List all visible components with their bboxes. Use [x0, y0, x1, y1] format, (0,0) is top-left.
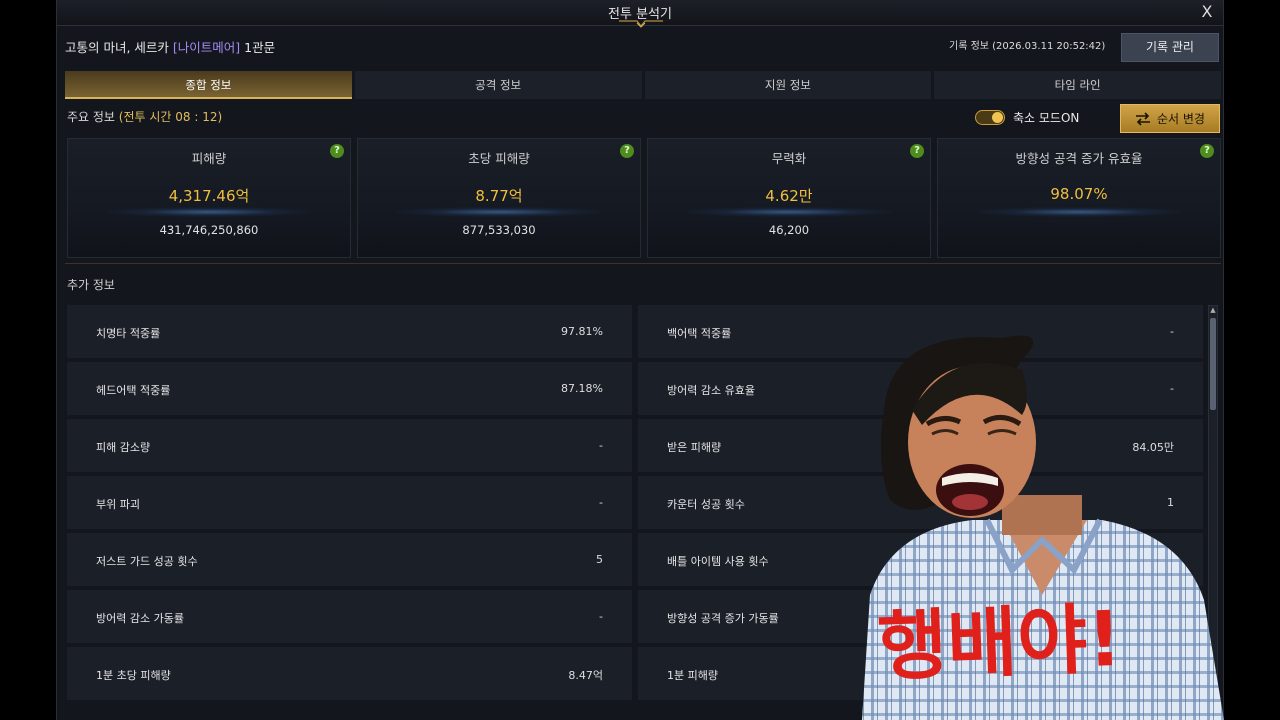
card-glow	[687, 207, 891, 217]
title-bar: 전투 분석기 X	[57, 0, 1223, 28]
tab-attack[interactable]: 공격 정보	[354, 71, 642, 99]
card-value: 4.62만	[765, 187, 813, 205]
card-value: 98.07%	[1050, 185, 1108, 203]
card-title: 피해량	[191, 151, 227, 166]
background-left	[0, 0, 56, 720]
tab-overview[interactable]: 종합 정보	[65, 71, 352, 99]
stat-label: 치명타 적중률	[96, 327, 161, 340]
battle-time: (전투 시간 08 : 12)	[118, 110, 223, 124]
record-info: 기록 정보 (2026.03.11 20:52:42)	[949, 41, 1106, 52]
tab-support[interactable]: 지원 정보	[644, 71, 932, 99]
stat-label: 1분 초당 피해량	[96, 669, 171, 682]
compact-mode-toggle[interactable]: 축소 모드ON	[975, 109, 1079, 126]
stat-value: -	[599, 610, 603, 623]
stat-label: 카운터 성공 횟수	[667, 498, 745, 511]
summary-cards: 피해량 ? 4,317.46억 431,746,250,860 초당 피해량 ?…	[67, 138, 1221, 258]
stat-label: 저스트 가드 성공 횟수	[96, 555, 198, 568]
stat-label: 피해 감소량	[96, 441, 151, 454]
main-info-label: 주요 정보	[67, 110, 119, 124]
card-title: 무력화	[771, 151, 807, 166]
title-ornament-icon	[619, 20, 663, 28]
card-title: 방향성 공격 증가 유효율	[1015, 151, 1143, 166]
meme-caption: 행배야!	[876, 594, 1123, 691]
stat-cell: 1분 초당 피해량 8.47억	[67, 647, 632, 700]
card-raw-value: 877,533,030	[462, 223, 536, 237]
scroll-up-arrow-icon[interactable]: ▲	[1209, 306, 1217, 314]
record-manage-button[interactable]: 기록 관리	[1121, 33, 1219, 62]
help-icon[interactable]: ?	[620, 144, 634, 158]
svg-text:행배야!: 행배야!	[876, 594, 1123, 691]
stat-cell: 방어력 감소 가동률 -	[67, 590, 632, 643]
boss-name: 고통의 마녀, 세르카 [나이트메어] 1관문	[65, 37, 275, 56]
section-divider	[65, 263, 1221, 264]
toggle-switch-icon[interactable]	[975, 110, 1005, 125]
change-order-label: 순서 변경	[1157, 112, 1205, 126]
card-stagger: 무력화 ? 4.62만 46,200	[647, 138, 931, 258]
background-right	[1224, 0, 1280, 720]
main-info-heading: 주요 정보 (전투 시간 08 : 12)	[67, 108, 222, 125]
laughing-man-meme-image: 행배야!	[862, 335, 1224, 720]
boss-difficulty: [나이트메어]	[172, 40, 241, 55]
card-value: 8.77억	[475, 187, 523, 205]
change-order-button[interactable]: 순서 변경	[1120, 104, 1220, 133]
stat-value: 5	[596, 553, 603, 566]
boss-gate: 1관문	[240, 40, 276, 55]
stat-cell: 저스트 가드 성공 횟수 5	[67, 533, 632, 586]
card-damage: 피해량 ? 4,317.46억 431,746,250,860	[67, 138, 351, 258]
stat-label: 부위 파괴	[96, 498, 140, 511]
card-glow	[977, 207, 1181, 217]
close-button[interactable]: X	[1197, 2, 1217, 21]
swap-arrows-icon	[1136, 111, 1150, 126]
tab-bar: 종합 정보 공격 정보 지원 정보 타임 라인	[65, 71, 1221, 99]
stat-label: 방어력 감소 유효율	[667, 384, 755, 397]
compact-mode-label: 축소 모드ON	[1013, 111, 1080, 125]
card-title: 초당 피해량	[468, 151, 530, 166]
card-glow	[107, 207, 311, 217]
card-raw-value: 431,746,250,860	[159, 223, 259, 237]
stat-label: 1분 피해량	[667, 669, 718, 682]
card-glow	[397, 207, 601, 217]
stat-cell: 치명타 적중률 97.81%	[67, 305, 632, 358]
stat-cell: 헤드어택 적중률 87.18%	[67, 362, 632, 415]
stat-value: 97.81%	[561, 325, 603, 338]
card-value: 4,317.46억	[168, 187, 250, 205]
card-directional-efficiency: 방향성 공격 증가 유효율 ? 98.07%	[937, 138, 1221, 258]
boss-title: 고통의 마녀, 세르카	[65, 40, 173, 55]
card-dps: 초당 피해량 ? 8.77억 877,533,030	[357, 138, 641, 258]
stat-cell: 피해 감소량 -	[67, 419, 632, 472]
stat-label: 방향성 공격 증가 가동률	[667, 612, 779, 625]
stat-cell: 부위 파괴 -	[67, 476, 632, 529]
stat-label: 방어력 감소 가동률	[96, 612, 184, 625]
stat-value: 87.18%	[561, 382, 603, 395]
help-icon[interactable]: ?	[910, 144, 924, 158]
stat-value: 8.47억	[568, 669, 603, 682]
extra-info-heading: 추가 정보	[67, 278, 115, 292]
stat-label: 헤드어택 적중률	[96, 384, 171, 397]
card-raw-value: 46,200	[768, 223, 810, 237]
stat-label: 받은 피해량	[667, 441, 722, 454]
stat-label: 백어택 적중률	[667, 327, 732, 340]
help-icon[interactable]: ?	[1200, 144, 1214, 158]
stat-label: 배틀 아이템 사용 횟수	[667, 555, 769, 568]
help-icon[interactable]: ?	[330, 144, 344, 158]
tab-timeline[interactable]: 타임 라인	[934, 71, 1221, 99]
stat-value: -	[599, 439, 603, 452]
stat-value: -	[599, 496, 603, 509]
